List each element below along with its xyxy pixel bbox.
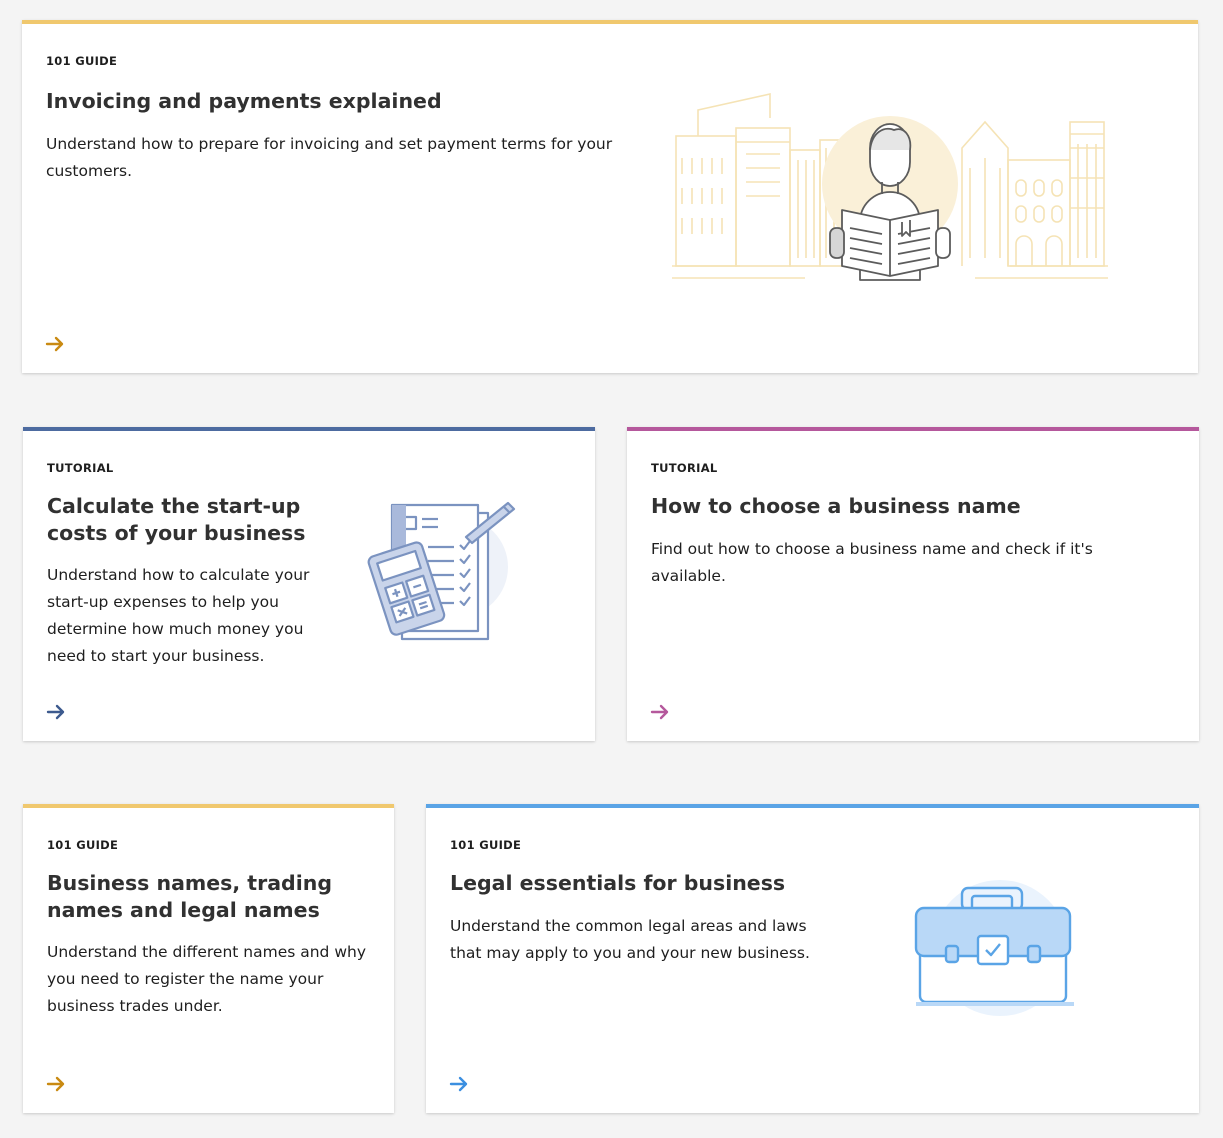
card-type-label: 101 GUIDE: [47, 838, 119, 852]
arrow-right-icon[interactable]: [44, 333, 66, 355]
card-type-label: 101 GUIDE: [46, 54, 118, 68]
card-type-label: 101 GUIDE: [450, 838, 522, 852]
card-title[interactable]: Business names, trading names and legal …: [47, 870, 387, 924]
card-description: Understand the different names and why y…: [47, 943, 366, 1015]
person-reading-newspaper-city-illustration: [672, 93, 1108, 281]
briefcase-illustration: [914, 880, 1074, 1016]
card-type-label: TUTORIAL: [47, 461, 114, 475]
card-description: Understand how to calculate your start-u…: [47, 566, 310, 665]
card-description: Find out how to choose a business name a…: [651, 540, 1093, 585]
arrow-right-icon[interactable]: [649, 701, 671, 723]
card-description: Understand how to prepare for invoicing …: [46, 135, 613, 180]
arrow-right-icon[interactable]: [45, 701, 67, 723]
guide-card-business-names[interactable]: 101 GUIDE Business names, trading names …: [23, 804, 394, 1113]
card-title[interactable]: Invoicing and payments explained: [46, 88, 442, 115]
card-description: Understand the common legal areas and la…: [450, 917, 810, 962]
arrow-right-icon[interactable]: [448, 1073, 470, 1095]
arrow-right-icon[interactable]: [45, 1073, 67, 1095]
card-type-label: TUTORIAL: [651, 461, 718, 475]
tutorial-card-business-name[interactable]: TUTORIAL How to choose a business name F…: [627, 427, 1199, 741]
guide-card-legal-essentials[interactable]: 101 GUIDE Legal essentials for business …: [426, 804, 1199, 1113]
guide-card-invoicing[interactable]: 101 GUIDE Invoicing and payments explain…: [22, 20, 1198, 373]
card-title[interactable]: Legal essentials for business: [450, 870, 785, 897]
card-title[interactable]: Calculate the start-up costs of your bus…: [47, 493, 307, 547]
tutorial-card-startup-costs[interactable]: TUTORIAL Calculate the start-up costs of…: [23, 427, 595, 741]
card-title[interactable]: How to choose a business name: [651, 493, 1021, 520]
calculator-checklist-illustration: [367, 501, 516, 641]
